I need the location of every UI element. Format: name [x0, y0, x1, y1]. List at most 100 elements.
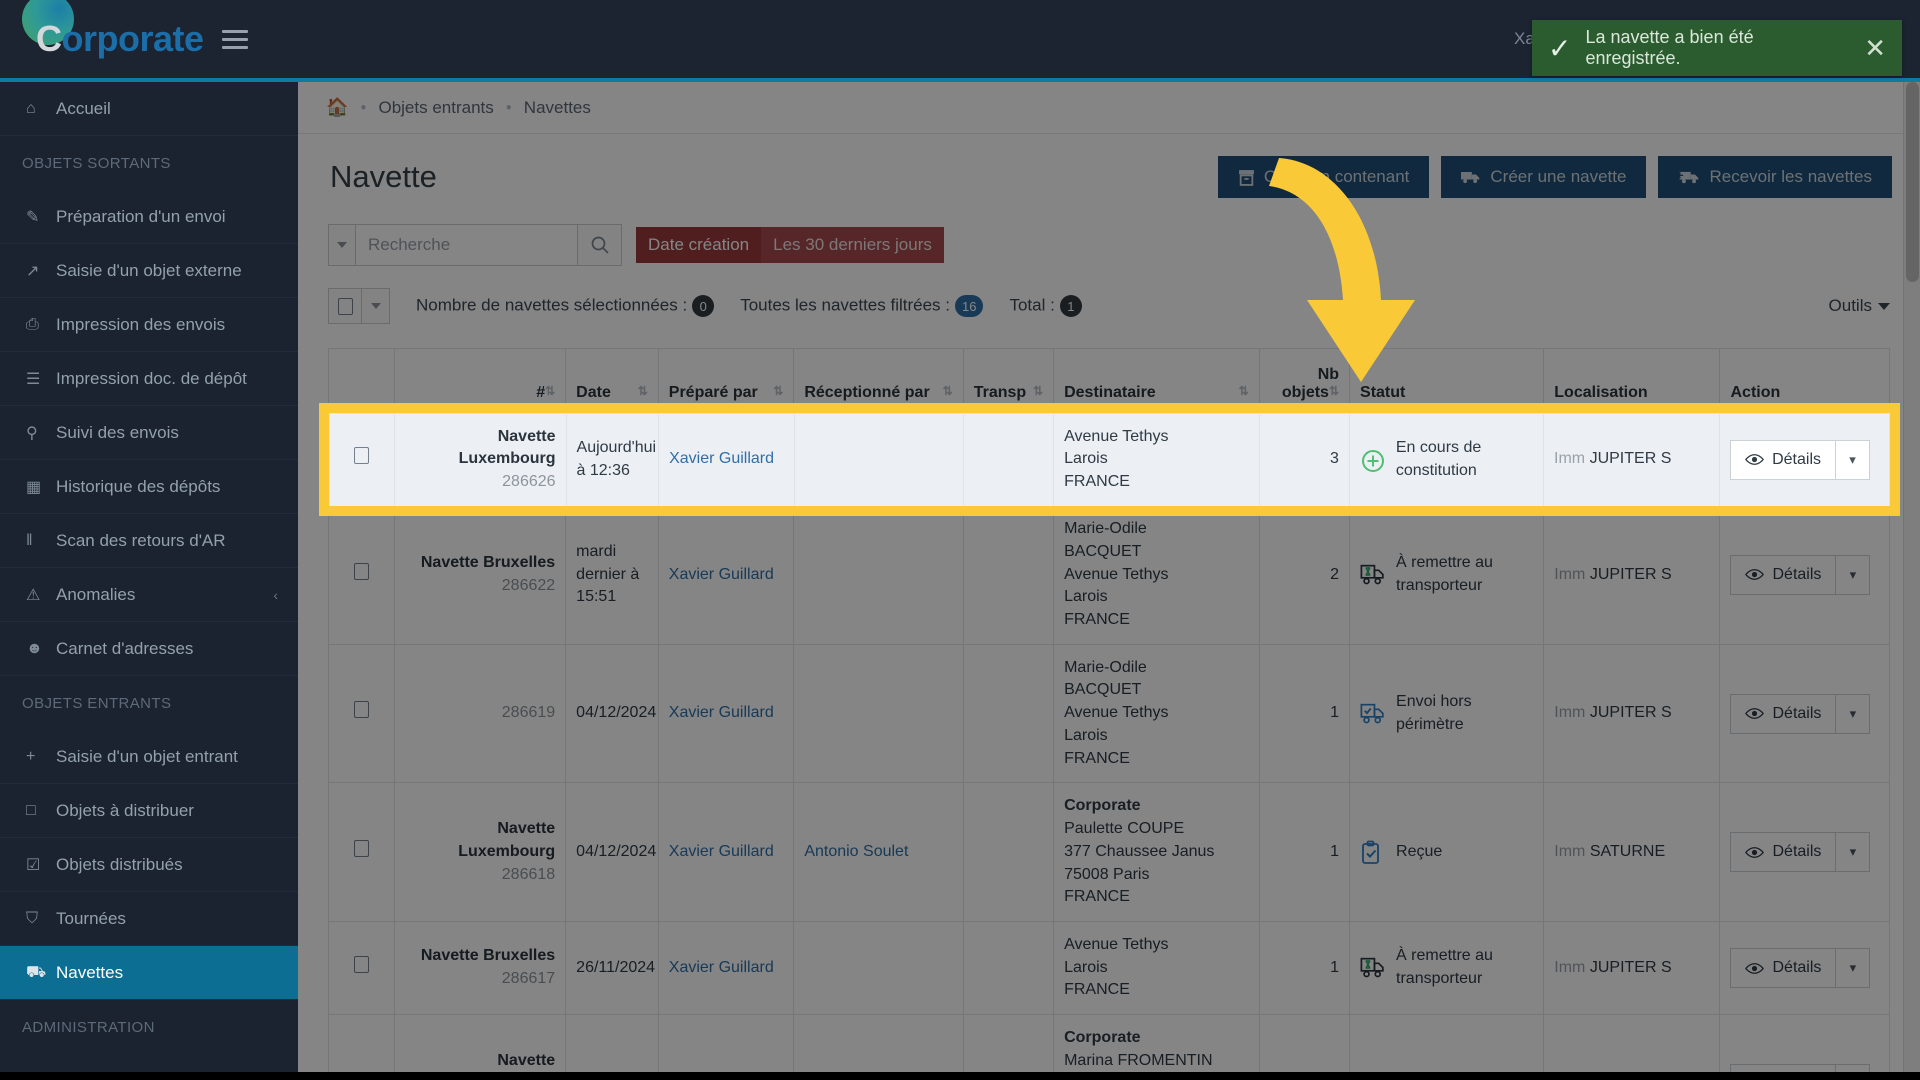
navette-id: 286617 [501, 970, 556, 988]
sidebar-item-saisie-d-un-objet-entrant[interactable]: + Saisie d'un objet entrant [0, 730, 298, 784]
th-transporteur[interactable]: Transp ⇅ [962, 348, 1055, 413]
breadcrumb-item-navettes[interactable]: Navettes [524, 98, 591, 118]
sidebar-item-carnet-d-adresses[interactable]: ☻ Carnet d'adresses [0, 622, 298, 676]
row-checkbox[interactable] [353, 839, 369, 857]
sidebar-item-saisie-d-un-objet-externe[interactable]: ↗ Saisie d'un objet externe [0, 244, 298, 298]
sidebar-item-tourn-es[interactable]: ⛉ Tournées [0, 892, 298, 946]
th-destinataire-label: Destinataire [1064, 384, 1156, 401]
prepared-by-link[interactable]: Xavier Guillard [669, 566, 774, 583]
row-checkbox[interactable] [353, 701, 369, 719]
navettes-table: # ⇅ Date ⇅ Préparé par ⇅ Réceptionné par ⇅ T… [328, 348, 1890, 1080]
sidebar-item-label: Historique des dépôts [56, 476, 221, 496]
row-localisation: Imm JUPITER S [1543, 643, 1721, 784]
destinataire-line: 75008 Paris [1064, 865, 1150, 883]
create-navette-button[interactable]: Créer une navette [1441, 156, 1647, 198]
sidebar-item-impression-doc-de-d-p-t[interactable]: ☰ Impression doc. de dépôt [0, 352, 298, 406]
details-dropdown-button[interactable]: ▾ [1836, 439, 1871, 480]
brand-text: Corporate [22, 18, 204, 60]
search-input[interactable] [356, 224, 578, 266]
destinataire-line: Paulette COUPE [1064, 820, 1185, 838]
th-date-label: Date [576, 384, 611, 401]
search-scope-dropdown[interactable] [328, 224, 356, 266]
th-reception-label: Réceptionné par [804, 384, 930, 401]
sidebar-item-impression-des-envois[interactable]: ⎙ Impression des envois [0, 298, 298, 352]
details-button[interactable]: Détails [1730, 439, 1837, 480]
brand-logo: Corporate [22, 0, 204, 60]
row-checkbox[interactable] [353, 446, 369, 464]
sidebar-item-anomalies[interactable]: ⚠ Anomalies ‹ [0, 568, 298, 622]
row-checkbox[interactable] [353, 955, 369, 973]
filtered-count-badge: 16 [955, 295, 984, 317]
select-all-checkbox[interactable] [328, 288, 362, 324]
search-icon [591, 236, 609, 254]
search-button[interactable] [578, 224, 622, 266]
sidebar-item-accueil[interactable]: ⌂ Accueil [0, 82, 298, 136]
sidebar-item-historique-des-d-p-ts[interactable]: ▦ Historique des dépôts [0, 460, 298, 514]
sidebar-item-label: Impression doc. de dépôt [56, 368, 247, 388]
th-destinataire[interactable]: Destinataire ⇅ [1053, 348, 1260, 413]
document-icon: ☰ [26, 370, 41, 388]
brand[interactable]: Corporate [0, 0, 298, 78]
details-button[interactable]: Détails [1730, 693, 1837, 734]
row-checkbox[interactable] [353, 562, 369, 580]
sidebar-item-suivi-des-envois[interactable]: ⚲ Suivi des envois [0, 406, 298, 460]
sidebar[interactable]: ⌂ Accueil OBJETS SORTANTS ✎ Préparation d'un… [0, 82, 298, 1080]
tools-dropdown[interactable]: Outils [1829, 296, 1890, 316]
prepared-by-link[interactable]: Xavier Guillard [669, 450, 774, 467]
breadcrumb-item-objets-entrants[interactable]: Objets entrants [378, 98, 493, 118]
table-row[interactable]: Navette Luxembourg 286618 04/12/2024 Xavier… [328, 782, 1890, 922]
filter-chip-date-creation[interactable]: Date création Les 30 derniers jours [636, 227, 944, 263]
th-date[interactable]: Date ⇅ [565, 348, 659, 413]
list-panel: Date création Les 30 derniers jours Nomb… [328, 224, 1890, 1080]
sidebar-item-scan-des-retours-d-ar[interactable]: ‖ Scan des retours d'AR [0, 514, 298, 568]
th-reception[interactable]: Réceptionné par ⇅ [793, 348, 964, 413]
details-dropdown-button[interactable]: ▾ [1836, 832, 1871, 873]
receive-navettes-button[interactable]: Recevoir les navettes [1658, 156, 1892, 198]
sort-icon: ⇅ [637, 384, 648, 398]
sidebar-item-objets-distribu-s[interactable]: ☑ Objets distribués [0, 838, 298, 892]
prepared-by-link[interactable]: Xavier Guillard [669, 704, 774, 721]
prepared-by-link[interactable]: Xavier Guillard [669, 959, 774, 976]
details-dropdown-button[interactable]: ▾ [1836, 948, 1871, 989]
details-dropdown-button[interactable]: ▾ [1836, 554, 1871, 595]
sidebar-item-label: Impression des envois [56, 314, 226, 334]
table-row[interactable]: Navette Bruxelles 286617 26/11/2024 Xavier … [328, 920, 1890, 1016]
scrollbar-thumb[interactable] [1906, 82, 1919, 282]
chevron-down-icon: ▾ [1849, 844, 1857, 860]
received-by-link[interactable]: Antonio Soulet [804, 843, 908, 860]
row-action-cell: Détails▾ [1719, 1014, 1890, 1080]
table-row[interactable]: Navette Luxembourg28661521/11/2024Xavier… [328, 1014, 1890, 1080]
navette-name: Navette Luxembourg [458, 427, 556, 467]
row-received-by-cell [793, 643, 964, 784]
close-icon[interactable]: ✕ [1864, 35, 1886, 61]
eye-icon [1745, 569, 1765, 581]
destinataire-line: Larois [1064, 449, 1108, 467]
table-row[interactable]: 286619 04/12/2024 Xavier Guillard Marie-Odi… [328, 643, 1890, 784]
th-nb-objets[interactable]: Nb objets ⇅ [1258, 348, 1351, 413]
eye-icon [1745, 846, 1765, 858]
table-row[interactable]: Navette Bruxelles 286622 mardi dernier à 1… [328, 505, 1890, 645]
total-count-label: Total : [1009, 295, 1055, 315]
sidebar-item-pr-paration-d-un-envoi[interactable]: ✎ Préparation d'un envoi [0, 190, 298, 244]
home-icon[interactable]: 🏠 [326, 97, 348, 118]
details-dropdown-button[interactable]: ▾ [1836, 693, 1871, 734]
details-button[interactable]: Détails [1730, 832, 1837, 873]
page-scrollbar[interactable] [1903, 82, 1920, 1080]
th-prepare[interactable]: Préparé par ⇅ [657, 348, 795, 413]
plus-icon: + [26, 747, 36, 765]
hamburger-menu-icon[interactable] [221, 29, 248, 49]
destinataire-line: 377 Chaussee Janus [1064, 842, 1215, 860]
table-row[interactable]: Navette Luxembourg 286626 Aujourd'hui à 12… [328, 411, 1890, 507]
details-button[interactable]: Détails [1730, 948, 1837, 989]
prepared-by-link[interactable]: Xavier Guillard [669, 843, 774, 860]
localisation-prefix: Imm [1554, 565, 1586, 583]
warning-icon: ⚠ [26, 586, 41, 604]
create-container-button[interactable]: Créer un contenant [1217, 156, 1430, 198]
plus-circle-green-icon [1360, 447, 1386, 472]
details-button[interactable]: Détails [1730, 554, 1837, 595]
select-all-dropdown[interactable] [362, 288, 390, 324]
row-action-cell: Détails▾ [1719, 920, 1890, 1016]
th-num[interactable]: # ⇅ [393, 348, 567, 413]
sidebar-item-navettes[interactable]: ⛟ Navettes [0, 946, 298, 1000]
sidebar-item-objets-distribuer[interactable]: □ Objets à distribuer [0, 784, 298, 838]
